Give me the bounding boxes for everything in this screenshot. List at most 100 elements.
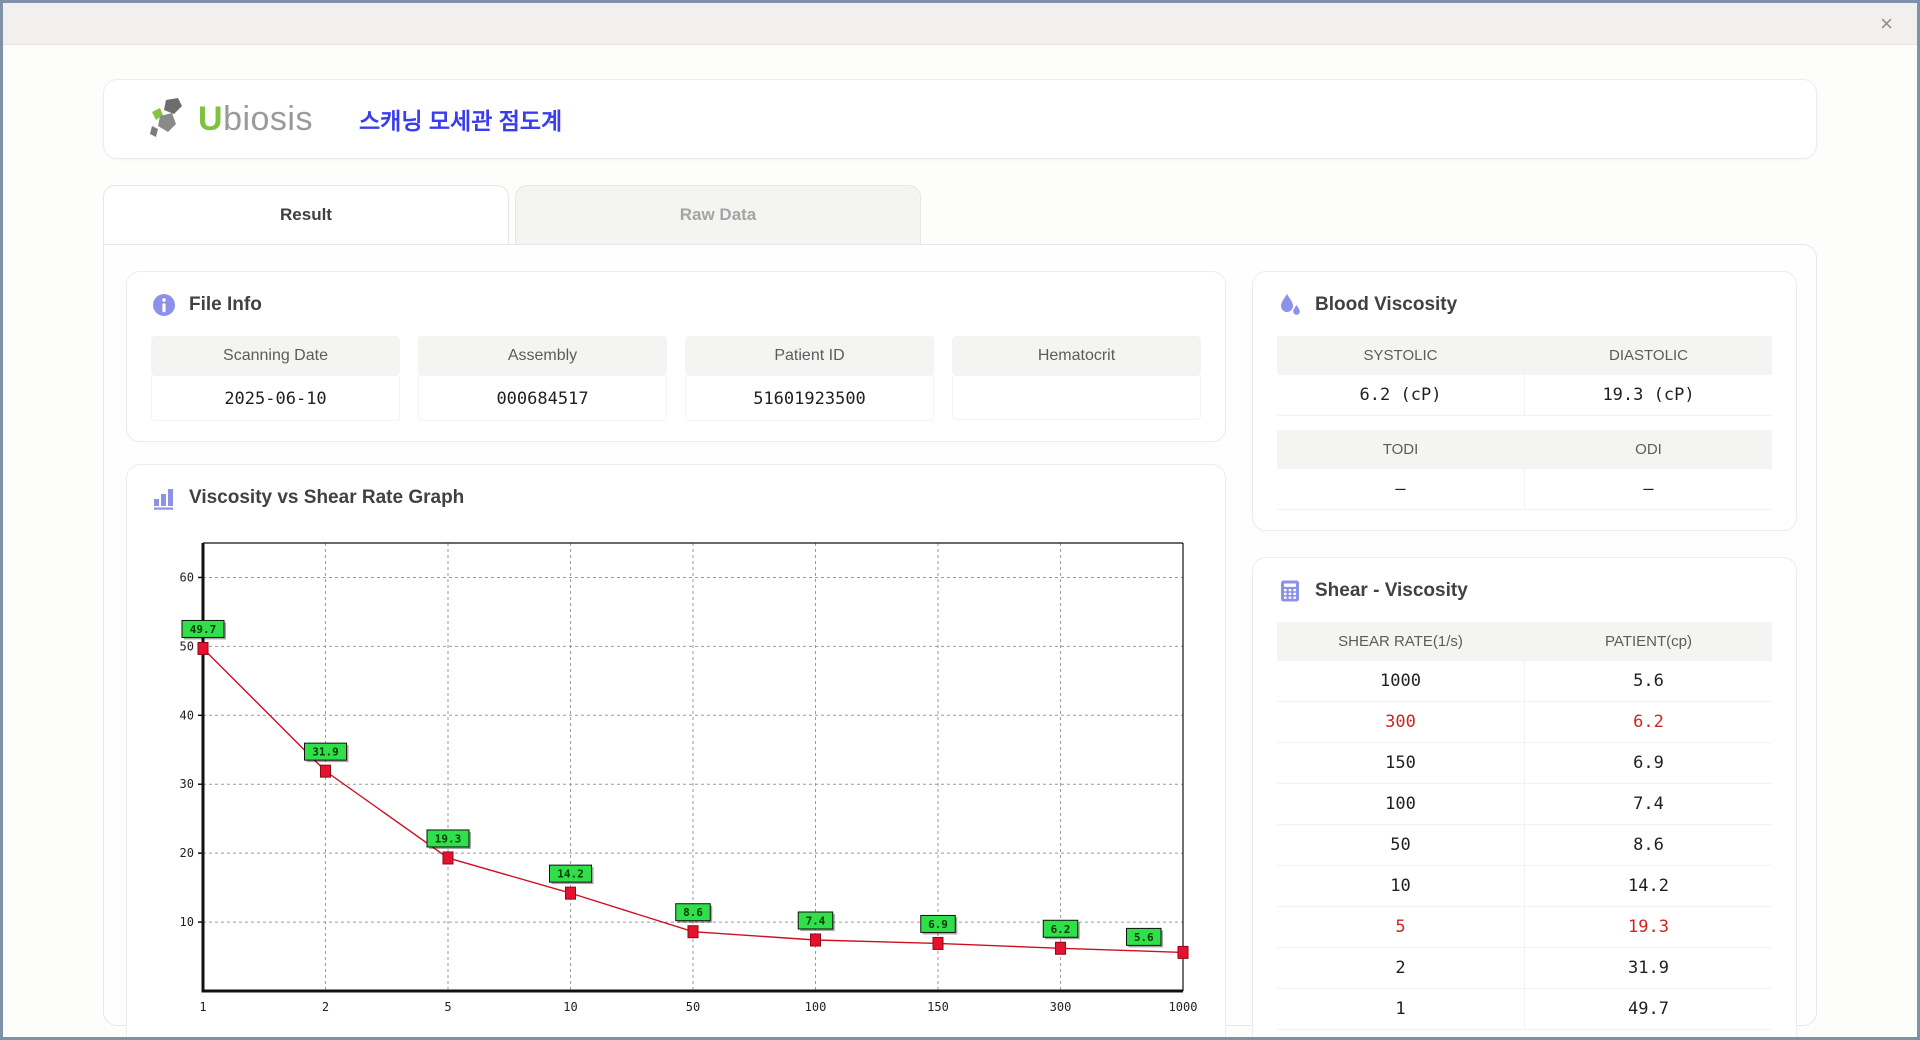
svg-text:1000: 1000 [1169,1000,1198,1014]
table-row: 1000 5.6 [1277,661,1772,702]
blood-viscosity-table-1: SYSTOLIC DIASTOLIC 6.2 (cP) 19.3 (cP) [1277,336,1772,416]
shear-rate-cell: 2 [1277,947,1525,989]
file-info-title: File Info [189,294,262,315]
table-grid-icon [1281,580,1299,602]
svg-text:2: 2 [322,1000,329,1014]
systolic-header: SYSTOLIC [1277,336,1525,375]
shear-rate-cell: 100 [1277,783,1525,825]
right-column: Blood Viscosity SYSTOLIC DIASTOLIC 6.2 (… [1252,271,1797,1037]
info-icon [153,294,175,316]
app-window: × Ubiosis 스캐닝 모세관 점도계 Result Raw Data Fi… [0,0,1920,1040]
brand-letter-u: U [198,99,224,138]
file-info-field: Scanning Date 2025-06-10 [151,336,400,421]
field-label: Hematocrit [952,336,1201,376]
shear-rate-cell: 150 [1277,742,1525,784]
file-info-fields: Scanning Date 2025-06-10 Assembly 000684517… [151,336,1201,421]
field-label: Scanning Date [151,336,400,376]
patient-cell: 6.9 [1524,742,1772,784]
blood-viscosity-header: Blood Viscosity [1277,292,1772,318]
blood-viscosity-table-2: TODI ODI – – [1277,430,1772,510]
tab-result[interactable]: Result [103,185,509,244]
odi-value: – [1524,469,1772,510]
svg-text:30: 30 [180,777,194,791]
svg-text:49.7: 49.7 [190,623,217,636]
table-row: 50 8.6 [1277,824,1772,866]
close-icon[interactable]: × [1880,12,1893,35]
patient-cell: 6.2 [1524,701,1772,743]
shear-viscosity-title: Shear - Viscosity [1315,580,1468,601]
table-row: 2 31.9 [1277,947,1772,989]
app-header: Ubiosis 스캐닝 모세관 점도계 [103,79,1817,159]
shear-rate-cell: 1 [1277,988,1525,1030]
svg-text:50: 50 [686,1000,700,1014]
diastolic-value: 19.3 (cP) [1524,375,1772,416]
field-value [952,376,1201,420]
blood-viscosity-card: Blood Viscosity SYSTOLIC DIASTOLIC 6.2 (… [1252,271,1797,531]
page-title: 스캐닝 모세관 점도계 [359,108,563,134]
svg-text:10: 10 [180,915,194,929]
bar-chart-icon [154,489,173,510]
patient-cell: 31.9 [1524,947,1772,989]
viscosity-graph-card: Viscosity vs Shear Rate Graph 10 20 30 40 50… [126,464,1226,1037]
shear-viscosity-card: Shear - Viscosity SHEAR RATE(1/s) PATIEN… [1252,557,1797,1037]
field-label: Patient ID [685,336,934,376]
svg-text:5: 5 [444,1000,451,1014]
odi-header: ODI [1524,430,1772,469]
svg-text:60: 60 [180,570,194,584]
shear-viscosity-header: Shear - Viscosity [1277,578,1772,604]
table-row: 300 6.2 [1277,701,1772,743]
graph-title: Viscosity vs Shear Rate Graph [189,487,465,508]
graph-header: Viscosity vs Shear Rate Graph [151,485,1201,511]
tab-bar: Result Raw Data [103,185,1817,244]
svg-text:19.3: 19.3 [435,832,462,845]
field-value: 000684517 [418,376,667,421]
table-row: 5 19.3 [1277,906,1772,948]
svg-text:6.9: 6.9 [928,918,948,931]
svg-text:100: 100 [805,1000,827,1014]
svg-text:8.6: 8.6 [683,906,703,919]
field-label: Assembly [418,336,667,376]
svg-text:1: 1 [199,1000,206,1014]
svg-text:14.2: 14.2 [557,868,584,881]
diastolic-header: DIASTOLIC [1524,336,1772,375]
svg-text:150: 150 [927,1000,949,1014]
patient-column-header: PATIENT(cp) [1524,622,1772,661]
patient-cell: 5.6 [1524,661,1772,702]
file-info-card: File Info Scanning Date 2025-06-10 Assembl… [126,271,1226,442]
patient-cell: 8.6 [1524,824,1772,866]
blood-viscosity-title: Blood Viscosity [1315,294,1458,315]
file-info-field: Hematocrit [952,336,1201,421]
shear-rate-cell: 50 [1277,824,1525,866]
svg-text:50: 50 [180,639,194,653]
svg-text:7.4: 7.4 [806,914,826,927]
patient-cell: 7.4 [1524,783,1772,825]
todi-header: TODI [1277,430,1525,469]
svg-text:10: 10 [563,1000,577,1014]
field-value: 2025-06-10 [151,376,400,421]
file-info-field: Patient ID 51601923500 [685,336,934,421]
todi-value: – [1277,469,1525,510]
tab-raw-data[interactable]: Raw Data [515,185,921,244]
svg-text:20: 20 [180,846,194,860]
table-row: 1 49.7 [1277,988,1772,1030]
left-column: File Info Scanning Date 2025-06-10 Assembl… [126,271,1226,1037]
shear-rate-cell: 5 [1277,906,1525,948]
shear-rate-column-header: SHEAR RATE(1/s) [1277,622,1525,661]
patient-cell: 14.2 [1524,865,1772,907]
patient-cell: 19.3 [1524,906,1772,948]
viscosity-chart: 10 20 30 40 50 60 1 2 5 10 50 100 150 300 1000 49.7 31.9… [151,529,1201,1034]
window-content: Ubiosis 스캐닝 모세관 점도계 Result Raw Data File… [3,45,1917,1037]
table-row: 150 6.9 [1277,742,1772,784]
brand-name: Ubiosis [198,100,313,139]
droplets-icon [1281,294,1300,315]
svg-text:6.2: 6.2 [1051,923,1071,936]
result-panel: File Info Scanning Date 2025-06-10 Assembl… [103,244,1817,1037]
svg-text:300: 300 [1050,1000,1072,1014]
svg-text:31.9: 31.9 [312,746,339,759]
svg-text:40: 40 [180,708,194,722]
svg-text:5.6: 5.6 [1134,931,1154,944]
table-row: 100 7.4 [1277,783,1772,825]
file-info-header: File Info [151,292,1201,318]
brand-rest: biosis [223,99,313,138]
ubiosis-leaf-icon [150,98,182,137]
